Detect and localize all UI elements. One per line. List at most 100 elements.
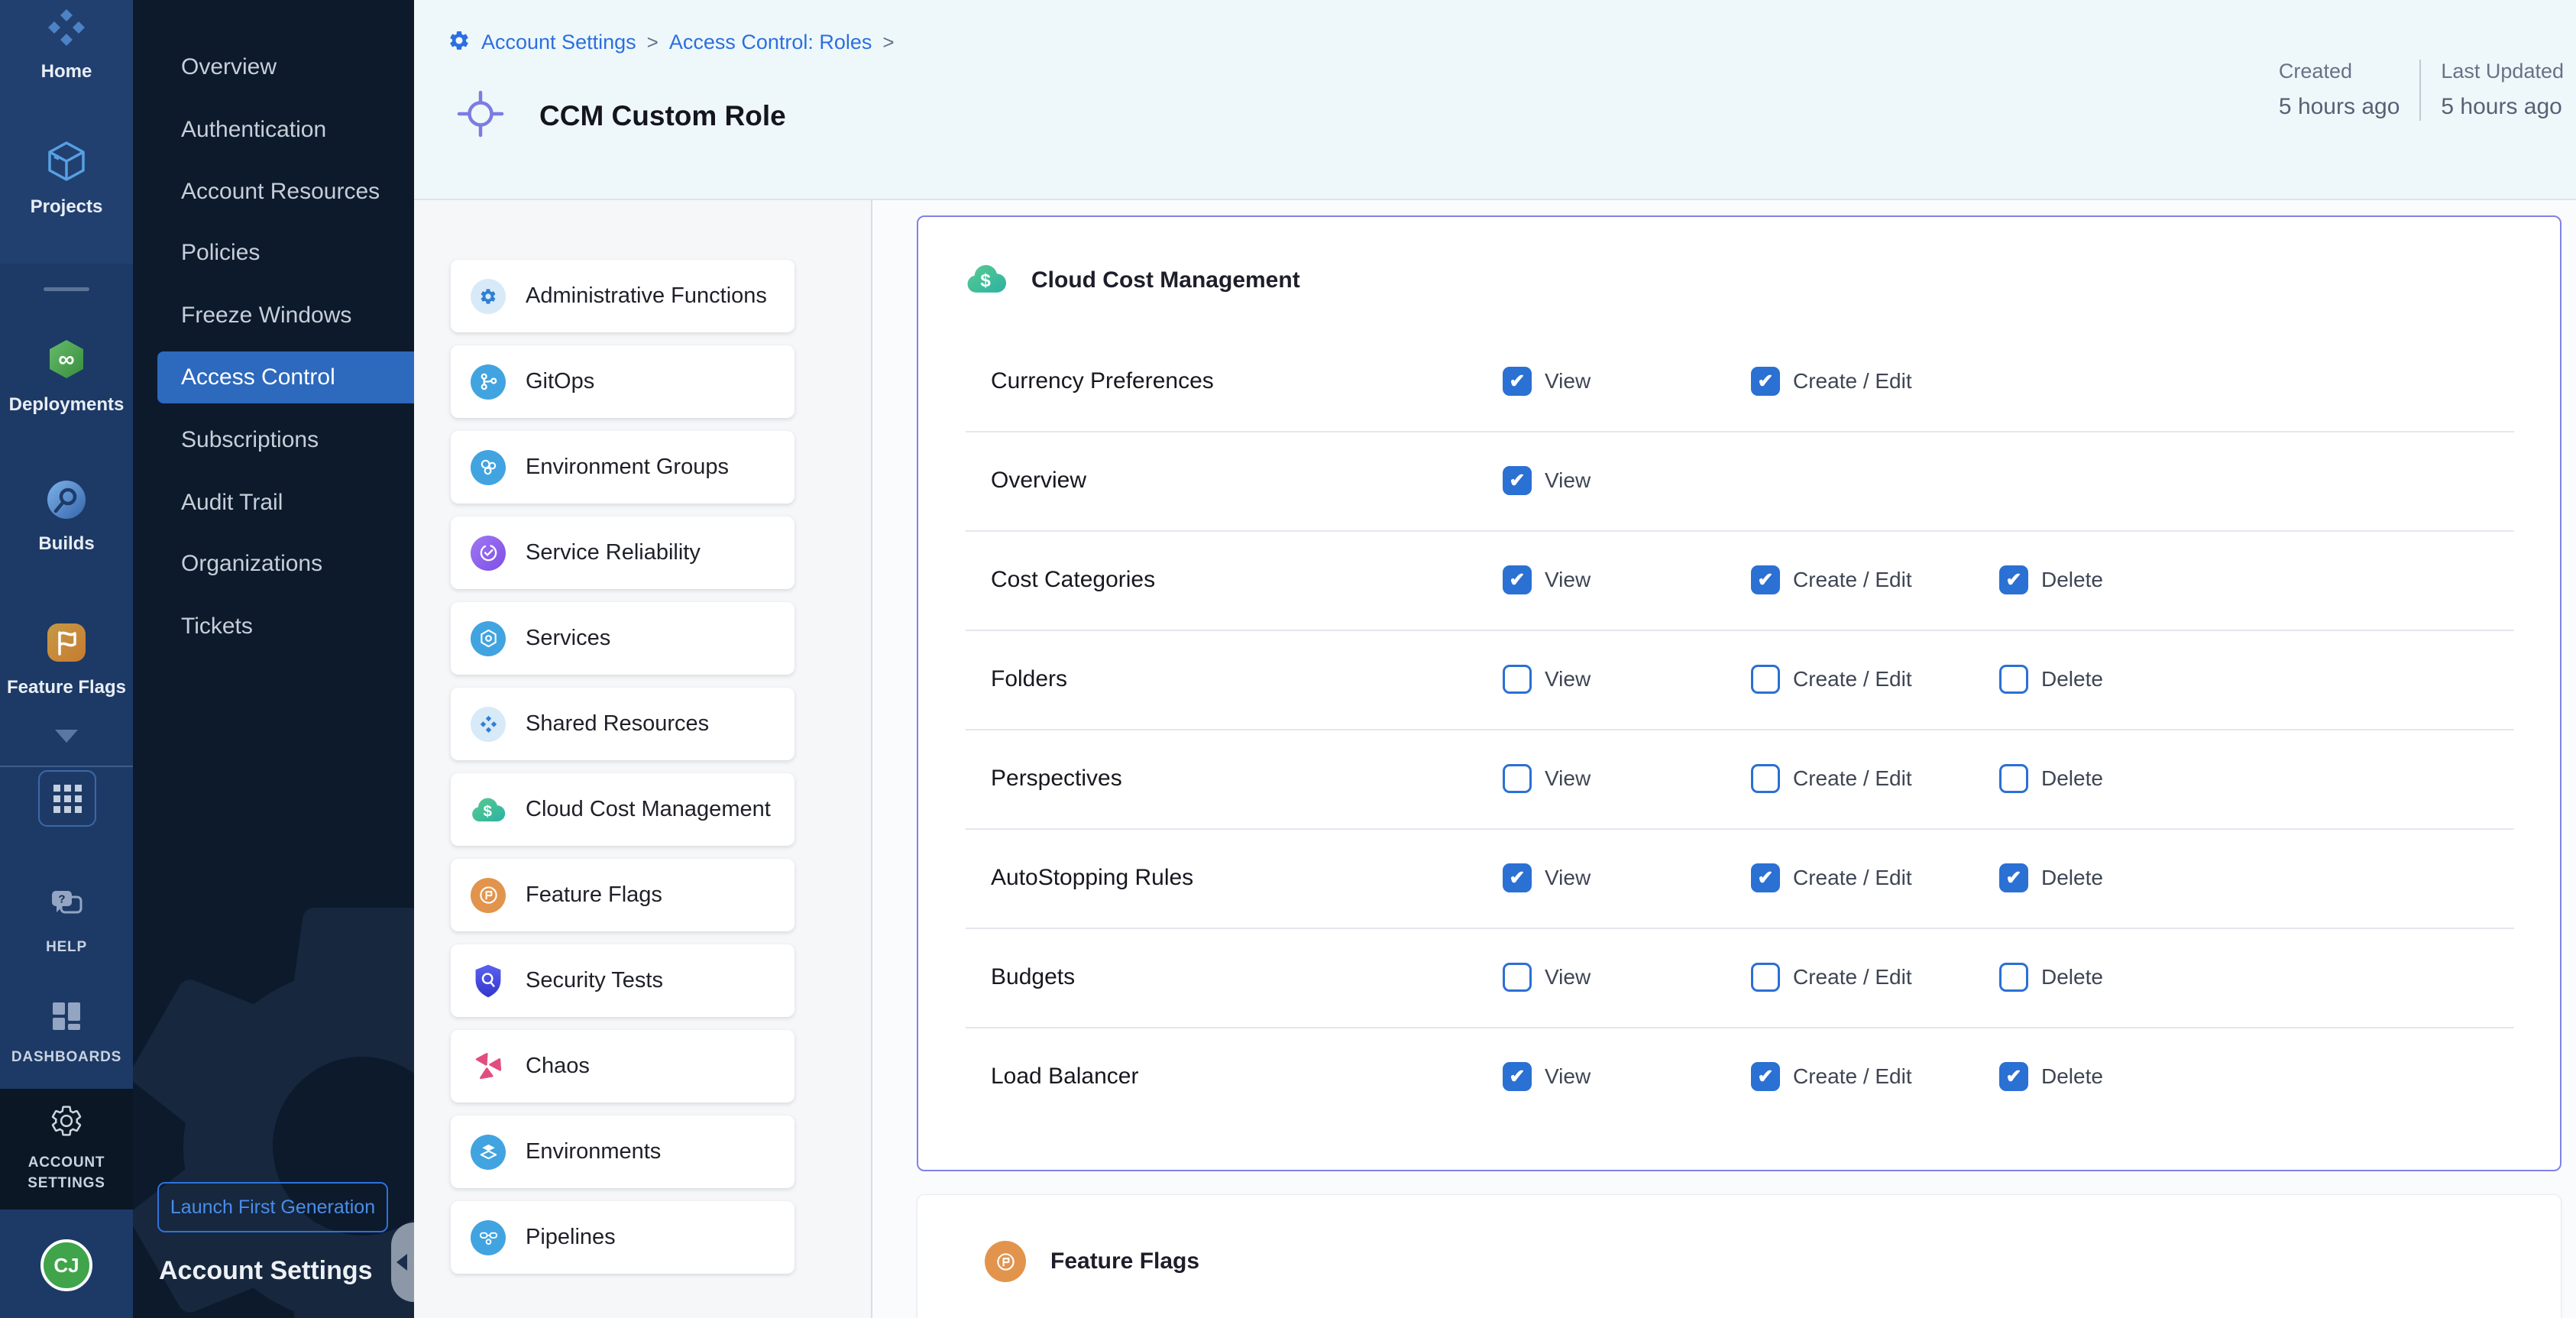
gear-watermark-icon: [133, 848, 414, 1318]
rail-item-deployments[interactable]: ∞Deployments: [0, 338, 133, 416]
sidenav-item-access-control[interactable]: Access Control: [157, 351, 414, 403]
permission-row-currency-preferences: Currency Preferences✔View✔Create / Edit: [918, 332, 2560, 431]
resource-group-shared-resources[interactable]: Shared Resources: [451, 688, 794, 760]
security-tests-icon: [471, 963, 506, 999]
permission-name: View: [1545, 965, 1591, 989]
resource-group-service-reliability[interactable]: Service Reliability: [451, 517, 794, 589]
permission-name: Create / Edit: [1793, 766, 1912, 791]
permission-cost-categories-view: ✔View: [1503, 530, 1591, 630]
feature-flags-icon: [471, 878, 506, 913]
sidenav-item-audit-trail[interactable]: Audit Trail: [157, 477, 414, 529]
permission-autostopping-rules-create-edit: ✔Create / Edit: [1751, 828, 1912, 928]
permission-row-label: Budgets: [991, 928, 1075, 1027]
feature-flags-panel: Feature Flags: [917, 1194, 2561, 1318]
resource-group-feature-flags[interactable]: Feature Flags: [451, 859, 794, 931]
checkbox-cost-categories-delete[interactable]: ✔: [1999, 565, 2028, 594]
checkbox-currency-preferences-view[interactable]: ✔: [1503, 367, 1532, 396]
resource-group-security-tests[interactable]: Security Tests: [451, 944, 794, 1017]
checkbox-budgets-create-edit[interactable]: [1751, 963, 1780, 992]
permission-row-label: Folders: [991, 630, 1067, 729]
checkbox-load-balancer-delete[interactable]: ✔: [1999, 1062, 2028, 1091]
help-icon: ?: [49, 888, 84, 927]
avatar[interactable]: CJ: [40, 1239, 92, 1291]
checkbox-cost-categories-create-edit[interactable]: ✔: [1751, 565, 1780, 594]
module-grid-button[interactable]: [38, 770, 96, 827]
resource-group-pipelines[interactable]: Pipelines: [451, 1201, 794, 1274]
created-value: 5 hours ago: [2279, 94, 2400, 120]
checkbox-currency-preferences-create-edit[interactable]: ✔: [1751, 367, 1780, 396]
svg-text:$: $: [483, 803, 492, 821]
title-row: CCM Custom Role: [457, 90, 786, 141]
rail-item-builds[interactable]: Builds: [0, 480, 133, 555]
checkbox-perspectives-view[interactable]: [1503, 764, 1532, 793]
rail-item-label: HELP: [46, 937, 87, 957]
permission-name: Create / Edit: [1793, 667, 1912, 691]
permission-row-budgets: BudgetsViewCreate / EditDelete: [918, 928, 2560, 1027]
dashboards-icon: [50, 999, 83, 1037]
panel-title: Feature Flags: [1050, 1248, 1199, 1274]
resource-group-administrative-functions[interactable]: Administrative Functions: [451, 260, 794, 332]
checkbox-folders-view[interactable]: [1503, 665, 1532, 694]
permission-name: Delete: [2041, 866, 2103, 890]
resource-group-label: GitOps: [526, 369, 594, 394]
resource-group-label: Administrative Functions: [526, 283, 767, 309]
checkbox-perspectives-create-edit[interactable]: [1751, 764, 1780, 793]
resource-group-gitops[interactable]: GitOps: [451, 345, 794, 418]
rail-item-feature-flags[interactable]: Feature Flags: [0, 622, 133, 698]
rail-item-dashboards[interactable]: DASHBOARDS: [0, 999, 133, 1067]
resource-group-chaos[interactable]: Chaos: [451, 1030, 794, 1103]
resource-group-label: Pipelines: [526, 1225, 616, 1250]
resource-group-services[interactable]: Services: [451, 602, 794, 675]
sidenav-item-organizations[interactable]: Organizations: [157, 538, 414, 590]
resource-group-label: Chaos: [526, 1054, 590, 1079]
checkbox-autostopping-rules-create-edit[interactable]: ✔: [1751, 863, 1780, 892]
last-updated-value: 5 hours ago: [2441, 94, 2564, 120]
checkbox-autostopping-rules-delete[interactable]: ✔: [1999, 863, 2028, 892]
chevron-down-icon[interactable]: [55, 730, 78, 743]
permission-cost-categories-delete: ✔Delete: [1999, 530, 2103, 630]
rail-item-label: Projects: [31, 196, 103, 218]
collapse-sidenav-button[interactable]: [391, 1222, 414, 1302]
checkbox-autostopping-rules-view[interactable]: ✔: [1503, 863, 1532, 892]
checkbox-folders-delete[interactable]: [1999, 665, 2028, 694]
meta-dates: Created 5 hours ago Last Updated 5 hours…: [2279, 60, 2564, 121]
sidenav-item-policies[interactable]: Policies: [157, 227, 414, 279]
permission-folders-view: View: [1503, 630, 1591, 729]
permission-name: View: [1545, 468, 1591, 493]
permission-row-load-balancer: Load Balancer✔View✔Create / Edit✔Delete: [918, 1027, 2560, 1126]
sidenav-item-authentication[interactable]: Authentication: [157, 104, 414, 156]
sidenav-item-overview[interactable]: Overview: [157, 41, 414, 93]
launch-first-generation-button[interactable]: Launch First Generation: [157, 1182, 388, 1232]
checkbox-load-balancer-create-edit[interactable]: ✔: [1751, 1062, 1780, 1091]
checkbox-overview-view[interactable]: ✔: [1503, 466, 1532, 495]
checkbox-perspectives-delete[interactable]: [1999, 764, 2028, 793]
sidenav-item-tickets[interactable]: Tickets: [157, 601, 414, 653]
builds-icon: [47, 480, 86, 523]
checkbox-folders-create-edit[interactable]: [1751, 665, 1780, 694]
chaos-icon: [471, 1049, 506, 1084]
rail-item-home[interactable]: Home: [0, 8, 133, 83]
projects-icon: [45, 140, 88, 186]
breadcrumb-access-control-roles[interactable]: Access Control: Roles: [669, 31, 872, 54]
sidenav-item-freeze-windows[interactable]: Freeze Windows: [157, 290, 414, 342]
breadcrumb-account-settings[interactable]: Account Settings: [481, 31, 636, 54]
last-updated-label: Last Updated: [2441, 60, 2564, 83]
rail-item-projects[interactable]: Projects: [0, 140, 133, 218]
resource-group-environment-groups[interactable]: Environment Groups: [451, 431, 794, 504]
rail-item-account-settings[interactable]: ACCOUNT SETTINGS: [0, 1103, 133, 1193]
checkbox-load-balancer-view[interactable]: ✔: [1503, 1062, 1532, 1091]
gitops-icon: [471, 364, 506, 400]
permission-name: Create / Edit: [1793, 568, 1912, 592]
rail-item-help[interactable]: ? HELP: [0, 888, 133, 957]
chevron-left-icon: [396, 1254, 407, 1271]
permission-row-cost-categories: Cost Categories✔View✔Create / Edit✔Delet…: [918, 530, 2560, 630]
checkbox-budgets-delete[interactable]: [1999, 963, 2028, 992]
settings-sidenav: Overview Authentication Account Resources P…: [133, 0, 414, 1318]
checkbox-budgets-view[interactable]: [1503, 963, 1532, 992]
permission-autostopping-rules-view: ✔View: [1503, 828, 1591, 928]
resource-group-environments[interactable]: Environments: [451, 1116, 794, 1188]
sidenav-item-subscriptions[interactable]: Subscriptions: [157, 414, 414, 466]
sidenav-item-account-resources[interactable]: Account Resources: [157, 166, 414, 218]
resource-group-cloud-cost-management[interactable]: $Cloud Cost Management: [451, 773, 794, 846]
checkbox-cost-categories-view[interactable]: ✔: [1503, 565, 1532, 594]
